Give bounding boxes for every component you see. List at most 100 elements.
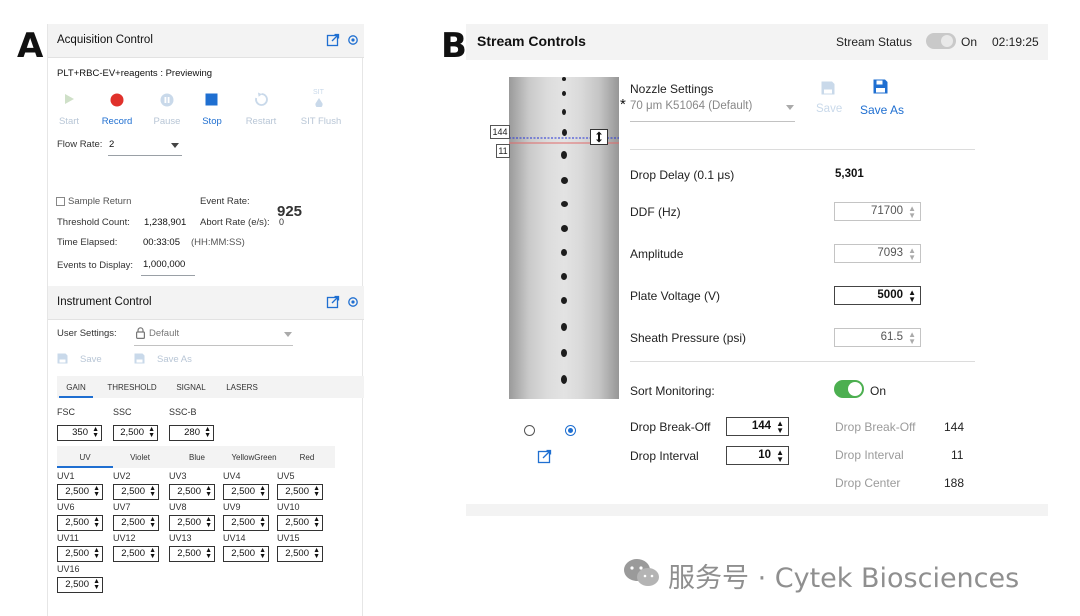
detector-label: UV3 [169, 471, 187, 481]
drop-interval-value: 10 [758, 449, 771, 461]
sheath-pressure-label: Sheath Pressure (psi) [630, 331, 747, 345]
detector-gain-value: 2,500 [231, 486, 255, 497]
nozzle-value: 70 μm K51064 (Default) [630, 100, 753, 112]
plate-voltage-stepper[interactable]: 5000 ▲ ▼ [834, 286, 921, 305]
amplitude-value: 7093 [877, 247, 903, 259]
drop-breakoff-stepper[interactable]: 144 ▲ ▼ [726, 417, 789, 436]
detector-gain-value: 2,500 [65, 486, 89, 497]
view-radio-1[interactable] [524, 425, 535, 436]
stream-controls-panel: Stream Controls Stream Status On 02:19:2… [466, 24, 1048, 516]
detector-gain-stepper[interactable]: 2,500 ▲ ▼ [113, 484, 159, 500]
watermark-text: 服务号 · Cytek Biosciences [668, 563, 1020, 594]
detector-label: UV1 [57, 471, 75, 481]
drop-breakoff-value: 144 [751, 420, 771, 432]
sheath-pressure-stepper[interactable]: 61.5 ▲ ▼ [834, 328, 921, 347]
stepper-arrows-icon: ▲ ▼ [205, 547, 212, 560]
detector-gain-stepper[interactable]: 2,500 ▲ ▼ [57, 577, 103, 593]
stepper-arrows-icon: ▲ ▼ [313, 485, 320, 498]
amplitude-label: Amplitude [630, 247, 684, 261]
stepper-arrows-icon: ▲ ▼ [259, 516, 266, 529]
stream-header: Stream Controls Stream Status On 02:19:2… [466, 24, 1048, 60]
nozzle-save-button[interactable]: Save [814, 79, 844, 119]
drop-interval-label: Drop Interval [630, 449, 699, 463]
detector-label: UV5 [277, 471, 295, 481]
stream-footer [466, 504, 1048, 516]
toggle-knob [941, 35, 953, 47]
stream-title: Stream Controls [477, 33, 586, 49]
detector-label: UV12 [113, 533, 136, 543]
ddf-label: DDF (Hz) [630, 205, 681, 219]
breakoff-marker-value: 144 [492, 127, 508, 137]
breakoff-marker-box: 144 [490, 125, 510, 139]
stream-status-label: Stream Status [836, 35, 913, 49]
detector-gain-stepper[interactable]: 2,500 ▲ ▼ [169, 546, 215, 562]
stepper-arrows-icon: ▲ ▼ [205, 485, 212, 498]
detector-gain-stepper[interactable]: 2,500 ▲ ▼ [277, 546, 323, 562]
detector-gain-stepper[interactable]: 2,500 ▲ ▼ [57, 515, 103, 531]
nozzle-save-as-button[interactable]: Save As [858, 79, 908, 119]
detector-gain-stepper[interactable]: 2,500 ▲ ▼ [223, 546, 269, 562]
detector-gain-stepper[interactable]: 2,500 ▲ ▼ [113, 546, 159, 562]
drop-interval-stepper[interactable]: 10 ▲ ▼ [726, 446, 789, 465]
stepper-arrows-icon: ▲ ▼ [908, 288, 916, 304]
divider [630, 361, 975, 362]
save-icon [821, 81, 835, 95]
stream-status-toggle[interactable] [926, 33, 956, 49]
detector-gain-stepper[interactable]: 2,500 ▲ ▼ [169, 515, 215, 531]
breakoff-markers [509, 137, 619, 144]
detector-label: UV7 [113, 502, 131, 512]
save-as-icon [873, 79, 888, 94]
detector-gain-value: 2,500 [65, 517, 89, 528]
panel-a-letter: A [17, 26, 44, 66]
detector-gain-stepper[interactable]: 2,500 ▲ ▼ [57, 546, 103, 562]
stepper-arrows-icon: ▲ ▼ [908, 330, 916, 346]
detector-gain-stepper[interactable]: 2,500 ▲ ▼ [277, 484, 323, 500]
detector-gain-value: 2,500 [65, 579, 89, 590]
nozzle-modified-marker: * [620, 96, 626, 113]
view-radio-2[interactable] [565, 425, 576, 436]
resize-handle[interactable] [590, 129, 608, 145]
wechat-icon [622, 557, 662, 594]
amplitude-stepper[interactable]: 7093 ▲ ▼ [834, 244, 921, 263]
detector-gain-value: 2,500 [231, 517, 255, 528]
detector-gain-value: 2,500 [121, 548, 145, 559]
sheath-pressure-value: 61.5 [880, 331, 903, 343]
sort-monitoring-toggle[interactable] [834, 380, 864, 398]
stepper-arrows-icon: ▲ ▼ [313, 516, 320, 529]
stepper-arrows-icon: ▲ ▼ [93, 578, 100, 591]
panel-b-letter: B [441, 26, 467, 66]
detector-gain-stepper[interactable]: 2,500 ▲ ▼ [57, 484, 103, 500]
detector-gain-stepper[interactable]: 2,500 ▲ ▼ [277, 515, 323, 531]
detector-gain-stepper[interactable]: 2,500 ▲ ▼ [169, 484, 215, 500]
sort-monitoring-label: Sort Monitoring: [630, 384, 715, 398]
detector-gain-stepper[interactable]: 2,500 ▲ ▼ [223, 484, 269, 500]
drop-delay-value: 5,301 [835, 168, 864, 180]
stepper-arrows-icon: ▲ ▼ [776, 448, 784, 464]
detector-label: UV6 [57, 502, 75, 512]
acquisition-panel: Acquisition Control PLT+RBC-EV+reagents … [47, 24, 364, 616]
ddf-value: 71700 [871, 205, 903, 217]
nozzle-select[interactable]: 70 μm K51064 (Default) [630, 98, 795, 122]
detector-gain-value: 2,500 [231, 548, 255, 559]
stepper-arrows-icon: ▲ ▼ [93, 547, 100, 560]
detector-label: UV2 [113, 471, 131, 481]
detector-gain-value: 2,500 [121, 517, 145, 528]
stepper-arrows-icon: ▲ ▼ [776, 419, 784, 435]
readout-breakoff-label: Drop Break-Off [835, 420, 916, 434]
detector-gain-value: 2,500 [177, 486, 201, 497]
popout-icon[interactable] [537, 449, 552, 464]
detector-gain-stepper[interactable]: 2,500 ▲ ▼ [113, 515, 159, 531]
detector-gain-stepper[interactable]: 2,500 ▲ ▼ [223, 515, 269, 531]
nozzle-save-label: Save [816, 103, 843, 115]
stepper-arrows-icon: ▲ ▼ [149, 516, 156, 529]
stepper-arrows-icon: ▲ ▼ [259, 547, 266, 560]
ddf-stepper[interactable]: 71700 ▲ ▼ [834, 202, 921, 221]
readout-center-value: 188 [944, 476, 965, 490]
nozzle-settings-label: Nozzle Settings [630, 82, 714, 96]
stepper-arrows-icon: ▲ ▼ [93, 516, 100, 529]
stream-clock: 02:19:25 [992, 35, 1039, 49]
toggle-knob [848, 382, 862, 396]
detector-label: UV8 [169, 502, 187, 512]
stepper-arrows-icon: ▲ ▼ [313, 547, 320, 560]
sort-monitoring-value: On [870, 384, 887, 398]
